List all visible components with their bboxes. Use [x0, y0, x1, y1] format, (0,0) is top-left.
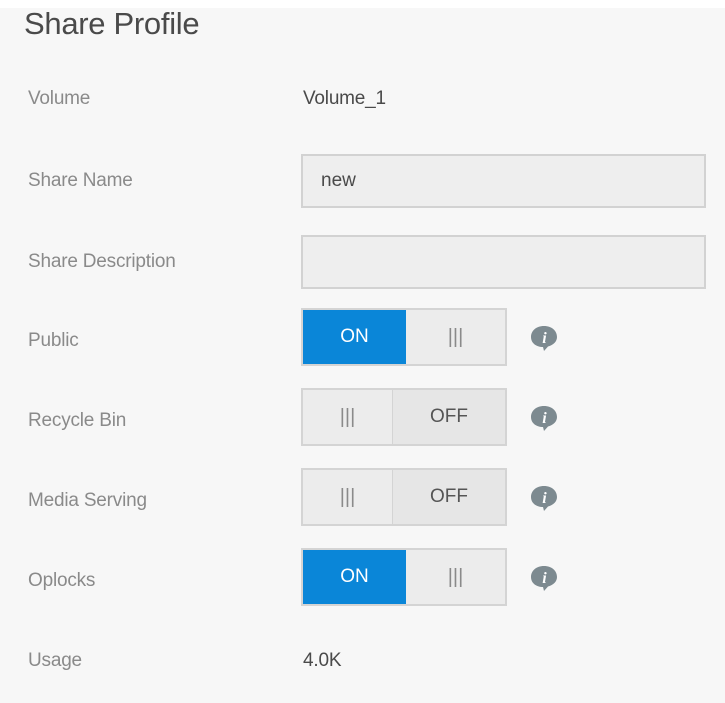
svg-text:i: i	[542, 570, 547, 587]
volume-label: Volume	[28, 88, 91, 109]
public-toggle-on[interactable]: ON	[303, 310, 406, 364]
oplocks-toggle[interactable]: ON |||	[301, 548, 507, 606]
media-serving-label: Media Serving	[28, 490, 147, 511]
recycle-bin-label: Recycle Bin	[28, 410, 127, 431]
share-name-input[interactable]	[301, 154, 706, 208]
recycle-bin-toggle[interactable]: ||| OFF	[301, 388, 507, 446]
share-description-label: Share Description	[28, 251, 176, 272]
share-name-label: Share Name	[28, 170, 133, 191]
usage-value: 4.0K	[303, 650, 342, 671]
share-profile-panel: Share Profile Volume Volume_1 Share Name…	[0, 6, 725, 703]
media-serving-toggle-off[interactable]: OFF	[393, 470, 505, 524]
svg-text:i: i	[542, 410, 547, 427]
oplocks-info-icon[interactable]: i	[529, 564, 559, 592]
page-title: Share Profile	[24, 6, 200, 41]
recycle-bin-info-icon[interactable]: i	[529, 404, 559, 432]
share-description-input[interactable]	[301, 235, 706, 289]
recycle-bin-toggle-grip[interactable]: |||	[303, 390, 393, 444]
oplocks-toggle-on[interactable]: ON	[303, 550, 406, 604]
media-serving-toggle-grip[interactable]: |||	[303, 470, 393, 524]
usage-label: Usage	[28, 650, 82, 671]
svg-text:i: i	[542, 490, 547, 507]
public-toggle[interactable]: ON |||	[301, 308, 507, 366]
oplocks-toggle-grip[interactable]: |||	[406, 550, 505, 604]
public-label: Public	[28, 330, 79, 351]
oplocks-label: Oplocks	[28, 570, 96, 591]
recycle-bin-toggle-off[interactable]: OFF	[393, 390, 505, 444]
volume-value: Volume_1	[303, 88, 386, 109]
public-toggle-grip[interactable]: |||	[406, 310, 505, 364]
public-info-icon[interactable]: i	[529, 324, 559, 352]
media-serving-toggle[interactable]: ||| OFF	[301, 468, 507, 526]
media-serving-info-icon[interactable]: i	[529, 484, 559, 512]
svg-text:i: i	[542, 330, 547, 347]
